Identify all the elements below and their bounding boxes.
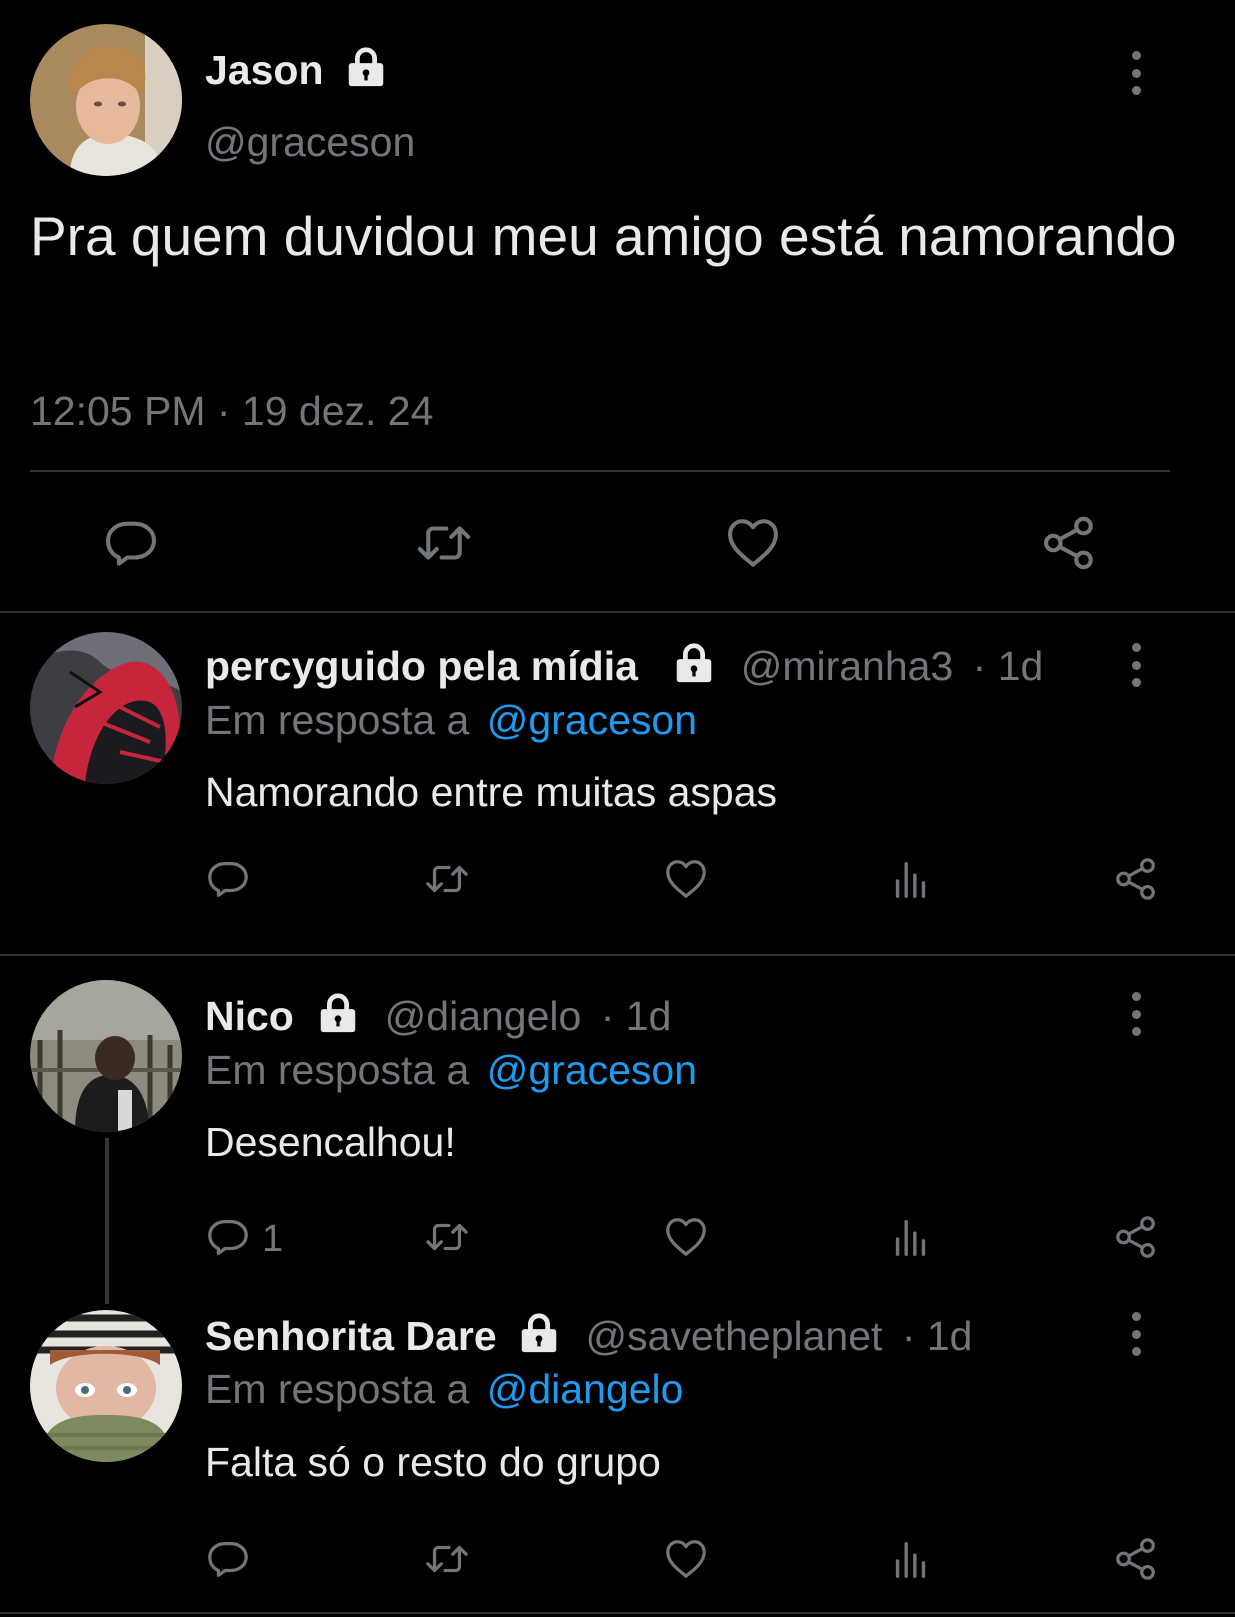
- like-icon[interactable]: [663, 1214, 709, 1260]
- reply-icon[interactable]: [102, 514, 160, 572]
- lock-icon: [516, 1310, 562, 1356]
- views-icon[interactable]: [888, 856, 934, 902]
- reply-to-mention[interactable]: @graceson: [487, 697, 697, 743]
- reply-to-mention[interactable]: @diangelo: [487, 1366, 684, 1412]
- reply-icon[interactable]: [205, 856, 251, 902]
- author-handle[interactable]: @miranha3: [741, 643, 954, 689]
- more-options-icon[interactable]: [1126, 1312, 1146, 1356]
- views-icon[interactable]: [888, 1536, 934, 1582]
- views-icon[interactable]: [888, 1214, 934, 1260]
- author-row: percyguido pela mídia @miranha3 · 1d: [205, 640, 1043, 690]
- avatar[interactable]: [30, 24, 182, 176]
- like-icon[interactable]: [724, 514, 782, 572]
- author-name[interactable]: Nico: [205, 993, 294, 1039]
- reply-context: Em resposta a @diangelo: [205, 1365, 683, 1413]
- avatar[interactable]: [30, 980, 182, 1132]
- author-name[interactable]: percyguido pela mídia: [205, 643, 638, 689]
- reply-context: Em resposta a @graceson: [205, 1046, 697, 1094]
- share-icon[interactable]: [1113, 856, 1159, 902]
- reply-text: Namorando entre muitas aspas: [205, 769, 778, 815]
- divider: [0, 954, 1235, 956]
- reply-icon[interactable]: [205, 1214, 251, 1260]
- divider: [30, 470, 1170, 472]
- reply-time[interactable]: · 1d: [601, 993, 672, 1039]
- lock-icon: [315, 990, 361, 1036]
- more-options-icon[interactable]: [1126, 643, 1146, 687]
- lock-icon: [343, 44, 389, 90]
- author-name[interactable]: Senhorita Dare: [205, 1313, 497, 1359]
- author-row: Senhorita Dare @savetheplanet · 1d: [205, 1310, 972, 1360]
- reply-count: 1: [262, 1218, 284, 1260]
- divider: [0, 1612, 1235, 1614]
- share-icon[interactable]: [1113, 1214, 1159, 1260]
- author-row: Nico @diangelo · 1d: [205, 990, 671, 1040]
- tweet-timestamp[interactable]: 12:05 PM · 19 dez. 24: [30, 387, 433, 435]
- like-icon[interactable]: [663, 1536, 709, 1582]
- tweet-text: Pra quem duvidou meu amigo está namorand…: [30, 205, 1177, 267]
- author-name[interactable]: Jason: [205, 47, 324, 93]
- reply-to-mention[interactable]: @graceson: [487, 1047, 697, 1093]
- lock-icon: [671, 640, 717, 686]
- avatar[interactable]: [30, 632, 182, 784]
- reply-icon[interactable]: [205, 1536, 251, 1582]
- retweet-icon[interactable]: [421, 1536, 473, 1582]
- retweet-icon[interactable]: [421, 1214, 473, 1260]
- reply-to-prefix: Em resposta a: [205, 697, 470, 743]
- reply-to-prefix: Em resposta a: [205, 1047, 470, 1093]
- like-icon[interactable]: [663, 856, 709, 902]
- retweet-icon[interactable]: [421, 856, 473, 902]
- reply-to-prefix: Em resposta a: [205, 1366, 470, 1412]
- more-options-icon[interactable]: [1126, 992, 1146, 1036]
- retweet-icon[interactable]: [412, 514, 476, 572]
- reply-time[interactable]: · 1d: [902, 1313, 973, 1359]
- thread-line: [105, 1138, 109, 1304]
- author-row: Jason: [205, 44, 389, 94]
- author-handle[interactable]: @graceson: [205, 118, 415, 166]
- author-handle[interactable]: @diangelo: [385, 993, 582, 1039]
- share-icon[interactable]: [1113, 1536, 1159, 1582]
- reply-context: Em resposta a @graceson: [205, 696, 697, 744]
- reply-time[interactable]: · 1d: [973, 643, 1044, 689]
- share-icon[interactable]: [1040, 514, 1098, 572]
- avatar[interactable]: [30, 1310, 182, 1462]
- more-options-icon[interactable]: [1126, 51, 1146, 95]
- author-handle[interactable]: @savetheplanet: [585, 1313, 882, 1359]
- divider: [0, 611, 1235, 613]
- reply-text: Desencalhou!: [205, 1119, 456, 1165]
- reply-text: Falta só o resto do grupo: [205, 1439, 661, 1485]
